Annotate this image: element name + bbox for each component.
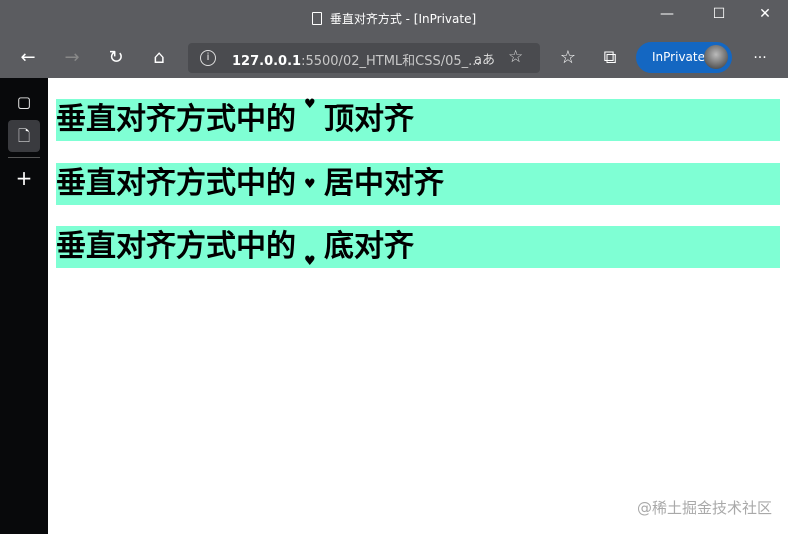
address-bar[interactable]: i 127.0.0.1:5500/02_HTML和CSS/05_... aあ ☆ (188, 43, 540, 73)
divider (8, 157, 40, 158)
maximize-button[interactable]: ☐ (704, 6, 734, 26)
top-align-row: 垂直对齐方式中的 ♥ 顶对齐 (56, 97, 780, 141)
inprivate-button[interactable]: InPrivate (636, 42, 732, 73)
refresh-icon[interactable]: ↻ (104, 46, 128, 70)
heart-icon: ♥ (304, 97, 316, 112)
avatar (704, 45, 728, 69)
forward-icon[interactable]: → (60, 46, 84, 70)
new-tab-icon[interactable]: + (8, 162, 40, 194)
url-text[interactable]: 127.0.0.1:5500/02_HTML和CSS/05_... (232, 50, 481, 69)
tab-page[interactable]: 🗋 (8, 120, 40, 152)
heart-icon: ♥ (304, 254, 316, 269)
favorites-icon[interactable]: ☆ (556, 46, 580, 70)
home-icon[interactable]: ⌂ (147, 46, 171, 70)
add-favorite-icon[interactable]: ☆ (508, 47, 523, 67)
info-icon[interactable]: i (200, 50, 216, 66)
watermark: @稀土掘金技术社区 (636, 499, 772, 517)
middle-align-row: 垂直对齐方式中的 ♥ 居中对齐 (56, 163, 780, 205)
page-icon (311, 12, 322, 25)
vertical-tabs-sidebar: ▢ 🗋 + (0, 78, 48, 534)
minimize-button[interactable]: — (652, 6, 682, 26)
read-aloud-button[interactable]: aあ (474, 49, 495, 68)
bottom-align-row: 垂直对齐方式中的 ♥ 底对齐 (56, 226, 780, 268)
heart-icon: ♥ (304, 176, 316, 192)
collections-icon[interactable]: ⧉ (598, 46, 622, 70)
back-icon[interactable]: ← (16, 46, 40, 70)
tab-actions-icon[interactable]: ▢ (8, 86, 40, 118)
more-menu-button[interactable]: ··· (748, 46, 772, 70)
close-button[interactable]: ✕ (750, 6, 780, 26)
title-bar: 垂直对齐方式 - [InPrivate] — ☐ ✕ (0, 0, 788, 38)
